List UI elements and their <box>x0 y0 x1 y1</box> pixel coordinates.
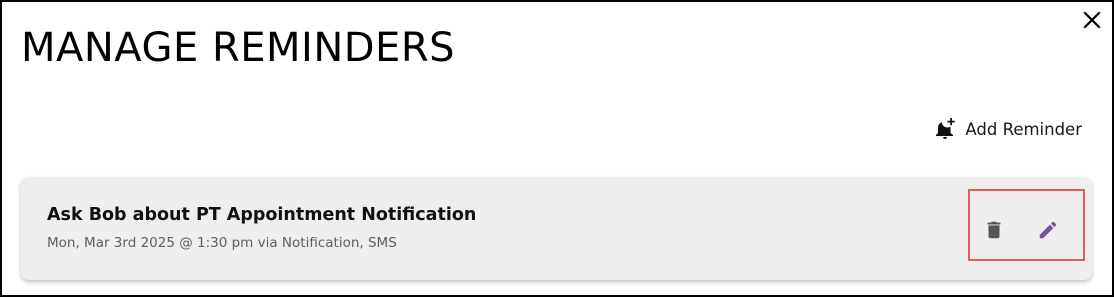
manage-reminders-dialog: MANAGE REMINDERS Add Reminder Ask Bob ab… <box>0 0 1114 297</box>
pencil-icon <box>1039 221 1057 239</box>
trash-icon <box>987 221 1001 239</box>
edit-reminder-button[interactable] <box>1034 216 1062 244</box>
reminder-card: Ask Bob about PT Appointment Notificatio… <box>21 177 1092 280</box>
bell-plus-icon <box>936 118 956 139</box>
reminder-title: Ask Bob about PT Appointment Notificatio… <box>47 205 477 225</box>
close-button[interactable] <box>1080 8 1104 32</box>
add-reminder-button[interactable]: Add Reminder <box>933 115 1082 143</box>
close-icon <box>1083 11 1101 29</box>
reminder-details: Mon, Mar 3rd 2025 @ 1:30 pm via Notifica… <box>47 235 397 251</box>
add-reminder-label: Add Reminder <box>965 119 1082 139</box>
delete-reminder-button[interactable] <box>980 216 1008 244</box>
page-title: MANAGE REMINDERS <box>21 25 455 71</box>
